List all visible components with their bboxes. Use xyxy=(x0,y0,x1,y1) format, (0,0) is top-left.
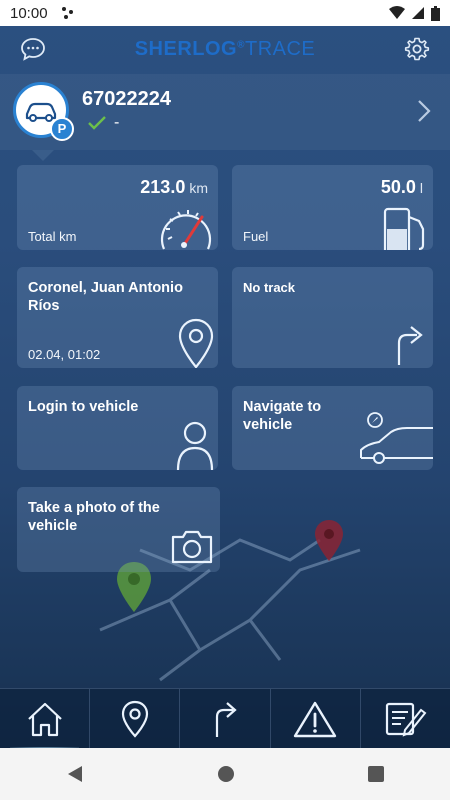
check-icon xyxy=(88,116,106,130)
vehicle-status: - xyxy=(88,114,119,132)
car-compass-icon xyxy=(360,412,433,464)
vehicle-header-pointer xyxy=(32,150,54,161)
system-navigation-bar xyxy=(0,748,450,800)
home-circle-icon[interactable] xyxy=(217,765,235,783)
take-photo-tile[interactable]: Take a photo of the vehicle xyxy=(17,487,220,572)
total-km-value: 213.0 km xyxy=(140,177,208,198)
home-icon xyxy=(27,702,62,736)
parking-badge: P xyxy=(50,117,74,141)
nav-logbook[interactable] xyxy=(361,689,450,748)
nav-warnings[interactable] xyxy=(271,689,361,748)
battery-icon xyxy=(431,5,440,21)
total-km-tile[interactable]: 213.0 km Total km xyxy=(17,165,218,250)
track-tile[interactable]: No track xyxy=(232,267,433,368)
person-icon xyxy=(176,421,214,470)
location-pin-icon xyxy=(178,318,214,368)
location-datetime: 02.04, 01:02 xyxy=(28,347,101,362)
vehicle-header[interactable]: P 67022224 - xyxy=(0,74,450,150)
app-screen: 10:00 SHERLOG®TRACE P 67022224 - 213.0 k… xyxy=(0,0,450,800)
nav-home[interactable] xyxy=(0,689,91,750)
recents-icon[interactable] xyxy=(367,766,384,782)
logo-thin-text: TRACE xyxy=(244,37,316,60)
login-vehicle-tile[interactable]: Login to vehicle xyxy=(17,386,218,470)
login-vehicle-title: Login to vehicle xyxy=(28,399,139,415)
total-km-label: Total km xyxy=(28,229,77,244)
speedometer-icon xyxy=(160,210,212,250)
fuel-pump-icon xyxy=(383,207,425,250)
notes-edit-icon xyxy=(386,702,427,737)
track-title: No track xyxy=(243,280,296,295)
nav-location[interactable] xyxy=(90,689,181,748)
total-km-unit: km xyxy=(189,180,208,196)
location-pin-icon xyxy=(121,700,148,738)
fuel-tile[interactable]: 50.0 l Fuel xyxy=(232,165,433,250)
vehicle-status-text: - xyxy=(114,114,120,131)
app-header: SHERLOG®TRACE xyxy=(0,26,450,72)
navigate-vehicle-title: Navigate to vehicle xyxy=(243,399,322,433)
turn-right-arrow-icon xyxy=(215,701,237,737)
chevron-right-icon[interactable] xyxy=(416,98,432,124)
navigate-vehicle-tile[interactable]: Navigate to vehicle xyxy=(232,386,433,470)
logo-bold-text: SHERLOG xyxy=(134,37,238,60)
red-map-pin-icon xyxy=(315,520,343,561)
fuel-unit: l xyxy=(419,180,423,196)
status-bar: 10:00 xyxy=(0,0,450,26)
notification-dots-icon xyxy=(60,5,76,21)
turn-right-arrow-icon xyxy=(397,326,423,365)
total-km-number: 213.0 xyxy=(140,177,186,197)
vehicle-avatar: P xyxy=(13,82,74,141)
fuel-number: 50.0 xyxy=(380,177,416,197)
warning-icon xyxy=(294,701,337,737)
fuel-value: 50.0 l xyxy=(381,177,423,198)
bottom-navigation xyxy=(0,688,450,750)
camera-icon xyxy=(171,530,213,564)
nav-tracks[interactable] xyxy=(180,689,271,748)
location-address: Coronel, Juan Antonio Ríos xyxy=(28,280,183,314)
vehicle-plate: 67022224 xyxy=(82,88,171,110)
location-tile[interactable]: Coronel, Juan Antonio Ríos 02.04, 01:02 xyxy=(17,267,218,368)
status-time: 10:00 xyxy=(10,4,48,22)
app-logo: SHERLOG®TRACE xyxy=(134,37,316,60)
back-icon[interactable] xyxy=(66,765,84,783)
signal-icon xyxy=(412,7,424,19)
gear-icon[interactable] xyxy=(404,36,430,62)
fuel-label: Fuel xyxy=(243,229,269,244)
wifi-icon xyxy=(389,6,405,19)
chat-bubble-icon[interactable] xyxy=(20,36,46,62)
